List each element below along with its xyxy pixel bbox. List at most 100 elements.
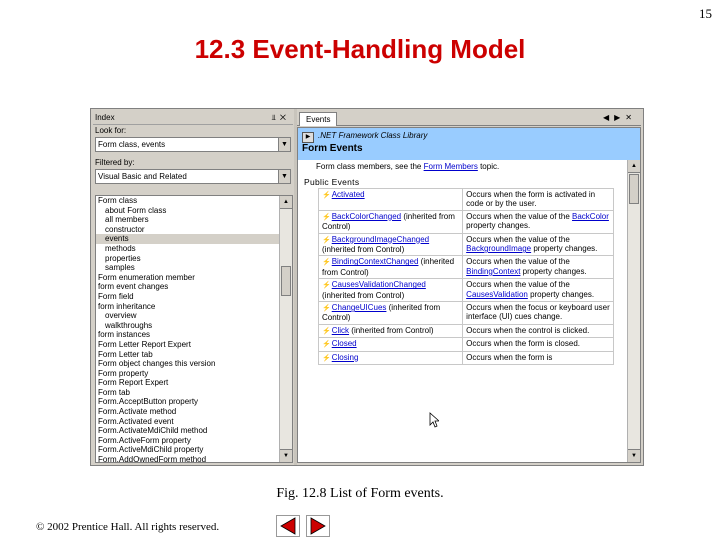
close-icon[interactable]: ✕	[280, 113, 290, 122]
description-text: Occurs when the value of the	[466, 257, 570, 267]
copyright-notice: © 2002 Prentice Hall. All rights reserve…	[36, 521, 220, 533]
index-list-item[interactable]: form event changes	[96, 282, 280, 292]
property-link[interactable]: CausesValidation	[466, 290, 528, 299]
index-pane-titlebar: Index ⫫✕	[93, 111, 293, 125]
index-list-item[interactable]: Form field	[96, 292, 280, 302]
index-list-item[interactable]: Form Letter tab	[96, 350, 280, 360]
chevron-left-icon[interactable]: ◀	[603, 113, 614, 122]
index-list-item[interactable]: Form enumeration member	[96, 273, 280, 283]
table-row: ⚡ChangeUICues (inherited from Control) Oc…	[317, 301, 614, 325]
description-text: property changes.	[466, 221, 531, 231]
index-list-item[interactable]: properties	[96, 254, 280, 264]
index-list-item[interactable]: Form Report Expert	[96, 378, 280, 388]
mouse-cursor-icon	[429, 412, 439, 428]
scroll-thumb[interactable]	[629, 174, 639, 204]
index-list-item[interactable]: constructor	[96, 225, 280, 235]
scroll-up-icon[interactable]: ▲	[628, 160, 640, 173]
event-inherited-note: (inherited from Control)	[322, 245, 405, 255]
event-description-cell: Occurs when the form is closed.	[462, 337, 614, 352]
description-text: property changes.	[520, 266, 587, 276]
scroll-up-icon[interactable]: ▲	[280, 196, 292, 209]
figure-caption: Fig. 12.8 List of Form events.	[0, 486, 720, 502]
index-items: Form class about Form class all members con…	[96, 196, 280, 462]
index-list-item[interactable]: Form class	[96, 196, 280, 206]
index-list-item[interactable]: Form tab	[96, 388, 280, 398]
event-description-cell: Occurs when the value of the CausesValid…	[462, 278, 614, 303]
form-members-link[interactable]: Form Members	[424, 162, 478, 171]
index-pane: Index ⫫✕ Look for: Form class, events ▼ …	[93, 111, 293, 463]
event-name-cell: ⚡Closed	[317, 337, 464, 352]
previous-slide-button[interactable]	[276, 515, 300, 537]
index-list-item[interactable]: Form property	[96, 369, 280, 379]
event-icon: ⚡	[322, 213, 331, 221]
tab-events[interactable]: Events	[299, 112, 338, 126]
doc-scrollbar[interactable]: ▲ ▼	[627, 160, 640, 462]
index-list-item[interactable]: events	[96, 234, 280, 244]
event-link[interactable]: BindingContextChanged	[332, 257, 419, 266]
description-text: Occurs when the control is clicked.	[466, 325, 590, 335]
event-link[interactable]: CausesValidationChanged	[332, 280, 426, 289]
event-link[interactable]: ChangeUICues	[332, 303, 387, 312]
table-row: ⚡BackgroundImageChanged (inherited from …	[317, 232, 614, 257]
event-icon: ⚡	[322, 305, 331, 313]
next-slide-button[interactable]	[306, 515, 330, 537]
intro-text: Form class members, see the	[316, 162, 422, 171]
library-name: .NET Framework Class Library	[318, 131, 428, 140]
sync-toc-icon[interactable]: ▶	[302, 132, 314, 143]
property-link[interactable]: BindingContext	[466, 267, 520, 276]
pin-icon[interactable]: ⫫	[271, 113, 280, 122]
index-list-item[interactable]: Form.AddOwnedForm method	[96, 455, 280, 462]
chevron-right-icon[interactable]: ▶	[614, 113, 625, 122]
index-list-item[interactable]: Form.AcceptButton property	[96, 397, 280, 407]
index-list-item[interactable]: form inheritance	[96, 302, 280, 312]
event-link[interactable]: Closing	[332, 353, 359, 362]
table-row: ⚡Closing Occurs when the form is	[317, 350, 614, 366]
close-icon[interactable]: ✕	[625, 113, 637, 122]
content-tabstrip: Events ◀▶✕	[297, 111, 641, 126]
look-for-input[interactable]: Form class, events ▼	[95, 137, 291, 152]
event-name-cell: ⚡Activated	[317, 188, 464, 211]
index-list-item[interactable]: overview	[96, 311, 280, 321]
description-text: Occurs when the form is	[466, 352, 553, 362]
event-description-cell: Occurs when the value of the BackgroundI…	[462, 232, 614, 257]
event-icon: ⚡	[322, 259, 331, 267]
document-view: ▶ .NET Framework Class Library Form Even…	[297, 127, 641, 463]
index-list-item[interactable]: walkthroughs	[96, 321, 280, 331]
scroll-down-icon[interactable]: ▼	[280, 449, 292, 462]
scroll-down-icon[interactable]: ▼	[628, 449, 640, 462]
index-list-item[interactable]: Form object changes this version	[96, 359, 280, 369]
event-name-cell: ⚡CausesValidationChanged (inherited from…	[317, 278, 464, 303]
chevron-down-icon[interactable]: ▼	[278, 170, 290, 183]
index-list-item[interactable]: all members	[96, 215, 280, 225]
event-name-cell: ⚡BackgroundImageChanged (inherited from …	[317, 232, 464, 257]
chevron-down-icon[interactable]: ▼	[278, 138, 290, 151]
filter-select[interactable]: Visual Basic and Related ▼	[95, 169, 291, 184]
event-icon: ⚡	[322, 236, 331, 244]
event-link[interactable]: Activated	[332, 190, 365, 199]
event-link[interactable]: BackgroundImageChanged	[332, 235, 429, 244]
index-list-item[interactable]: about Form class	[96, 206, 280, 216]
index-list-item[interactable]: Form.ActiveForm property	[96, 436, 280, 446]
index-list-item[interactable]: samples	[96, 263, 280, 273]
index-list-item[interactable]: Form.Activate method	[96, 407, 280, 417]
index-list-item[interactable]: Form Letter Report Expert	[96, 340, 280, 350]
event-description-cell: Occurs when the focus or keyboard user i…	[462, 301, 614, 325]
table-row: ⚡BackColorChanged (inherited from Contro…	[317, 209, 614, 234]
event-link[interactable]: BackColorChanged	[332, 212, 401, 221]
property-link[interactable]: BackgroundImage	[466, 244, 531, 253]
arrow-right-icon	[310, 517, 326, 535]
slide-number: 15	[699, 6, 712, 21]
index-list-item[interactable]: methods	[96, 244, 280, 254]
property-link[interactable]: BackColor	[572, 212, 609, 221]
slide-title: 12.3 Event-Handling Model	[194, 34, 526, 64]
scroll-thumb[interactable]	[281, 266, 291, 296]
index-list-item[interactable]: Form.Activated event	[96, 417, 280, 427]
event-link[interactable]: Closed	[332, 339, 357, 348]
event-icon: ⚡	[322, 192, 331, 199]
event-description-cell: Occurs when the value of the BindingCont…	[462, 255, 614, 280]
index-scrollbar[interactable]: ▲ ▼	[279, 196, 292, 462]
index-list-item[interactable]: form instances	[96, 330, 280, 340]
index-list-item[interactable]: Form.ActivateMdiChild method	[96, 426, 280, 436]
index-list-item[interactable]: Form.ActiveMdiChild property	[96, 445, 280, 455]
event-link[interactable]: Click	[332, 326, 349, 335]
